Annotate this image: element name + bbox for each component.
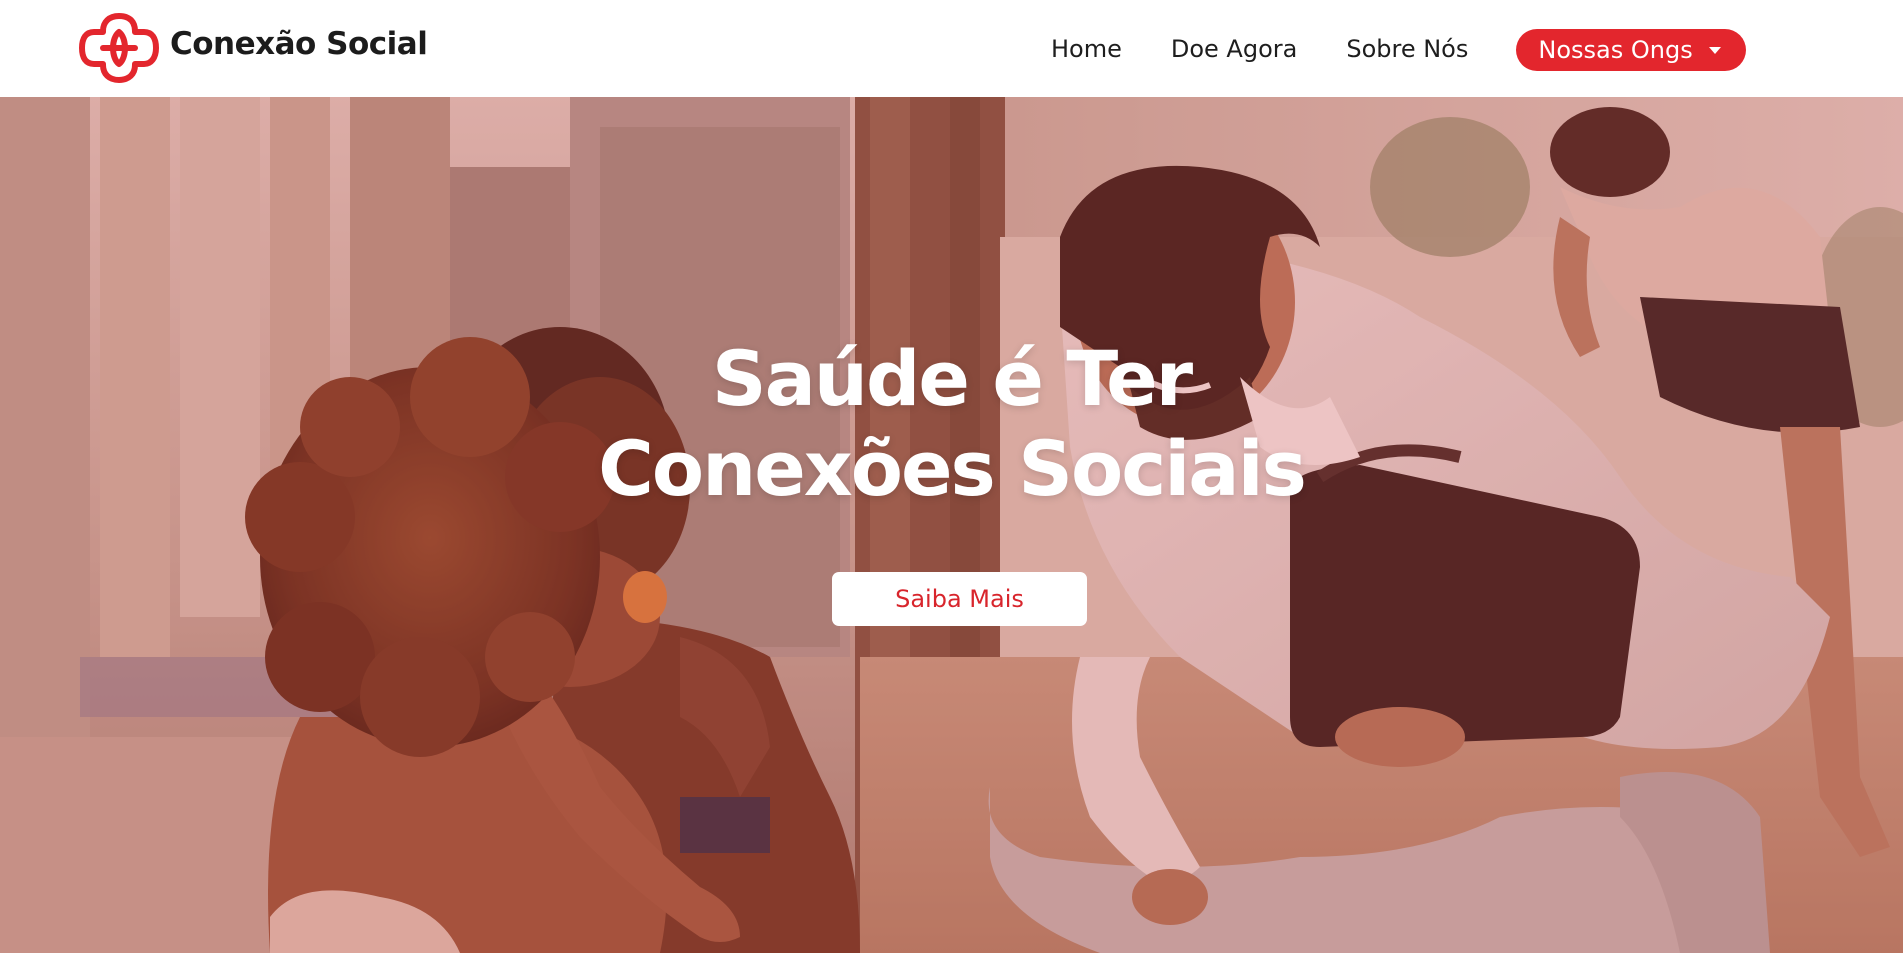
nossas-ongs-label: Nossas Ongs <box>1538 36 1693 64</box>
nossas-ongs-dropdown[interactable]: Nossas Ongs <box>1516 29 1746 71</box>
nav-link-doe-agora[interactable]: Doe Agora <box>1171 35 1297 63</box>
saiba-mais-button[interactable]: Saiba Mais <box>832 572 1087 626</box>
main-nav: Home Doe Agora Sobre Nós Nossas Ongs <box>1051 27 1746 71</box>
brand-link[interactable]: Conexão Social <box>78 8 428 88</box>
brand-name: Conexão Social <box>170 26 428 62</box>
logo-icon <box>79 13 159 83</box>
hero-section: Saúde é Ter Conexões Sociais Saiba Mais <box>0 97 1903 953</box>
caret-down-icon <box>1708 46 1721 54</box>
hero-title: Saúde é Ter Conexões Sociais <box>0 334 1903 514</box>
nav-link-home[interactable]: Home <box>1051 35 1122 63</box>
hero-title-line-1: Saúde é Ter <box>711 334 1193 423</box>
nav-link-sobre-nos[interactable]: Sobre Nós <box>1346 35 1468 63</box>
hero-title-line-2: Conexões Sociais <box>598 424 1307 513</box>
navbar: Conexão Social Home Doe Agora Sobre Nós … <box>0 0 1903 97</box>
hero-content: Saúde é Ter Conexões Sociais Saiba Mais <box>0 97 1903 953</box>
